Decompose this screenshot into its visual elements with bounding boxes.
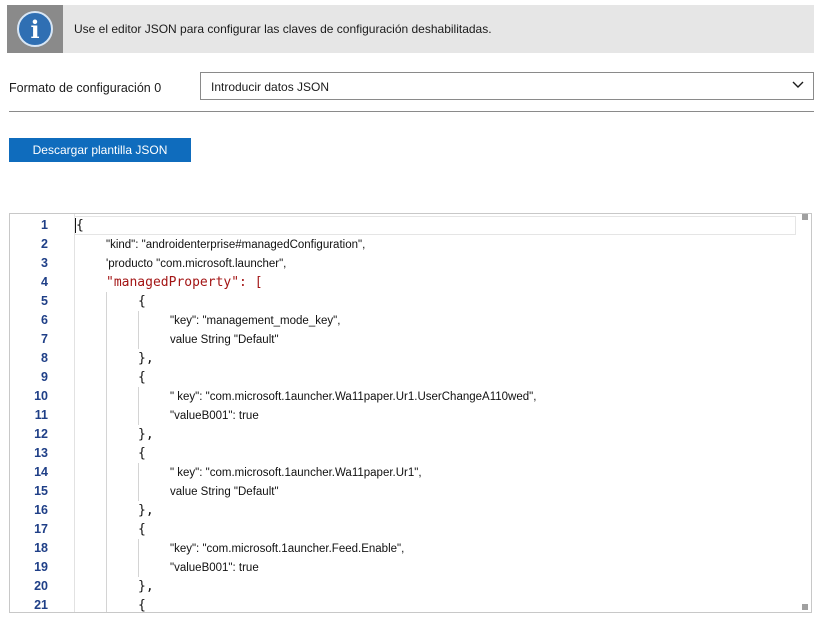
line-number: 12 xyxy=(34,427,48,441)
line-number: 2 xyxy=(41,237,48,251)
code-line: { xyxy=(75,218,84,233)
code-line: { xyxy=(138,522,146,537)
code-line: " key": "com.microsoft.1auncher.Wa11pape… xyxy=(170,467,422,479)
line-number: 9 xyxy=(41,370,48,384)
editor-scrollbar[interactable] xyxy=(799,214,811,612)
line-number: 21 xyxy=(34,598,48,612)
line-number: 18 xyxy=(34,541,48,555)
code-line: { xyxy=(138,598,146,613)
code-line: }, xyxy=(138,579,154,594)
line-number: 8 xyxy=(41,351,48,365)
info-banner-text: Use el editor JSON para configurar las c… xyxy=(74,22,492,36)
code-line: }, xyxy=(138,427,154,442)
config-format-label: Formato de configuración 0 xyxy=(9,81,162,95)
line-number: 4 xyxy=(41,275,48,289)
scrollbar-top-marker xyxy=(802,214,808,220)
scrollbar-bottom-marker xyxy=(802,604,808,610)
code-line: " key": "com.microsoft.1auncher.Wa11pape… xyxy=(170,391,537,403)
code-line: "valueB001": true xyxy=(170,410,259,422)
code-line: "valueB001": true xyxy=(170,562,259,574)
section-divider xyxy=(9,111,814,112)
line-number-gutter: 1 2 3 4 5 6 7 8 9 10 11 12 13 14 15 16 1… xyxy=(10,214,75,612)
line-number: 20 xyxy=(34,579,48,593)
indent-guide xyxy=(138,539,139,577)
line-number: 6 xyxy=(41,313,48,327)
code-line: 'producto "com.microsoft.launcher", xyxy=(106,258,287,270)
config-format-selected-value: Introducir datos JSON xyxy=(211,80,330,94)
line-number: 19 xyxy=(34,560,48,574)
current-line-highlight xyxy=(74,216,796,235)
info-icon: i xyxy=(17,11,53,47)
indent-guide xyxy=(138,311,139,349)
code-line: "key": "management_mode_key", xyxy=(170,315,341,327)
code-line: value String "Default" xyxy=(170,486,279,498)
config-format-dropdown[interactable]: Introducir datos JSON xyxy=(200,72,814,100)
line-number: 17 xyxy=(34,522,48,536)
code-line: value String "Default" xyxy=(170,334,279,346)
info-icon-container: i xyxy=(7,5,63,53)
chevron-down-icon xyxy=(792,81,804,88)
line-number: 10 xyxy=(34,389,48,403)
line-number: 11 xyxy=(34,408,48,422)
line-number: 7 xyxy=(41,332,48,346)
line-number: 1 xyxy=(41,218,48,232)
code-line: { xyxy=(138,446,146,461)
code-line: "key": "com.microsoft.1auncher.Feed.Enab… xyxy=(170,543,405,555)
download-json-template-button[interactable]: Descargar plantilla JSON xyxy=(9,138,191,162)
indent-guide xyxy=(138,463,139,501)
line-number: 15 xyxy=(34,484,48,498)
line-number: 14 xyxy=(34,465,48,479)
code-line: "kind": "androidenterprise#managedConfig… xyxy=(106,239,366,251)
code-line: { xyxy=(138,294,146,309)
code-line: "managedProperty": [ xyxy=(106,275,263,290)
indent-guide xyxy=(106,292,107,612)
code-area[interactable]: { "kind": "androidenterprise#managedConf… xyxy=(74,214,799,612)
info-banner: i Use el editor JSON para configurar las… xyxy=(7,5,814,53)
code-line: { xyxy=(138,370,146,385)
line-number: 3 xyxy=(41,256,48,270)
code-line: }, xyxy=(138,351,154,366)
code-line: }, xyxy=(138,503,154,518)
line-number: 13 xyxy=(34,446,48,460)
line-number: 5 xyxy=(41,294,48,308)
indent-guide xyxy=(138,387,139,425)
json-editor[interactable]: 1 2 3 4 5 6 7 8 9 10 11 12 13 14 15 16 1… xyxy=(9,213,812,613)
line-number: 16 xyxy=(34,503,48,517)
